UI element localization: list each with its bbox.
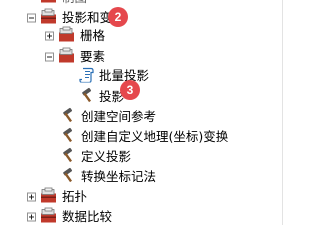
step-badge-2: 2 <box>108 7 128 27</box>
tree-item-raster[interactable]: 栅格 <box>0 25 200 47</box>
tree-item-label: 投影和变 <box>62 10 113 25</box>
panel-edge <box>282 0 283 225</box>
hammer-icon <box>60 127 76 147</box>
toolset-icon <box>58 26 76 46</box>
tree-item-data-comparison[interactable]: 数据比较 <box>0 206 200 228</box>
step-badge-3: 3 <box>120 80 140 100</box>
expand-toggle[interactable] <box>27 192 36 202</box>
tree-item-label: 制图 <box>62 0 87 6</box>
collapse-toggle[interactable] <box>45 52 54 62</box>
tree-item-label: 创建空间参考 <box>81 109 157 124</box>
toolbox-icon <box>40 187 58 207</box>
toolbox-icon <box>40 0 58 7</box>
script-tool-icon <box>79 67 95 86</box>
hammer-icon <box>79 87 95 107</box>
tree-item-label: 要素 <box>80 49 106 64</box>
tree-item-label: 创建自定义地理(坐标)变换 <box>81 129 229 144</box>
tree-item-project[interactable]: 投影 <box>0 86 200 108</box>
toolbox-icon <box>40 207 58 227</box>
toolset-icon <box>58 47 76 67</box>
tree-item-topology[interactable]: 拓扑 <box>0 186 200 208</box>
expand-toggle[interactable] <box>45 31 54 41</box>
hammer-icon <box>60 167 76 187</box>
hammer-icon <box>60 107 76 127</box>
collapse-toggle[interactable] <box>27 13 36 23</box>
tree-item-batch-project[interactable]: 批量投影 <box>0 65 200 87</box>
tree-item-label: 栅格 <box>80 28 106 43</box>
tree-item-create-spatial-reference[interactable]: 创建空间参考 <box>0 106 220 128</box>
tree-item-label: 转换坐标记法 <box>81 169 157 184</box>
tree-item-define-projection[interactable]: 定义投影 <box>0 146 200 168</box>
tree-item-label: 定义投影 <box>81 149 132 164</box>
expand-toggle[interactable] <box>27 212 36 222</box>
tree-item-label: 拓扑 <box>62 189 88 204</box>
tree-item-label: 数据比较 <box>62 209 113 224</box>
tree-item-create-custom-geo-transform[interactable]: 创建自定义地理(坐标)变换 <box>0 126 280 148</box>
hammer-icon <box>60 147 76 167</box>
tree-item-convert-coordinate-notation[interactable]: 转换坐标记法 <box>0 166 220 188</box>
